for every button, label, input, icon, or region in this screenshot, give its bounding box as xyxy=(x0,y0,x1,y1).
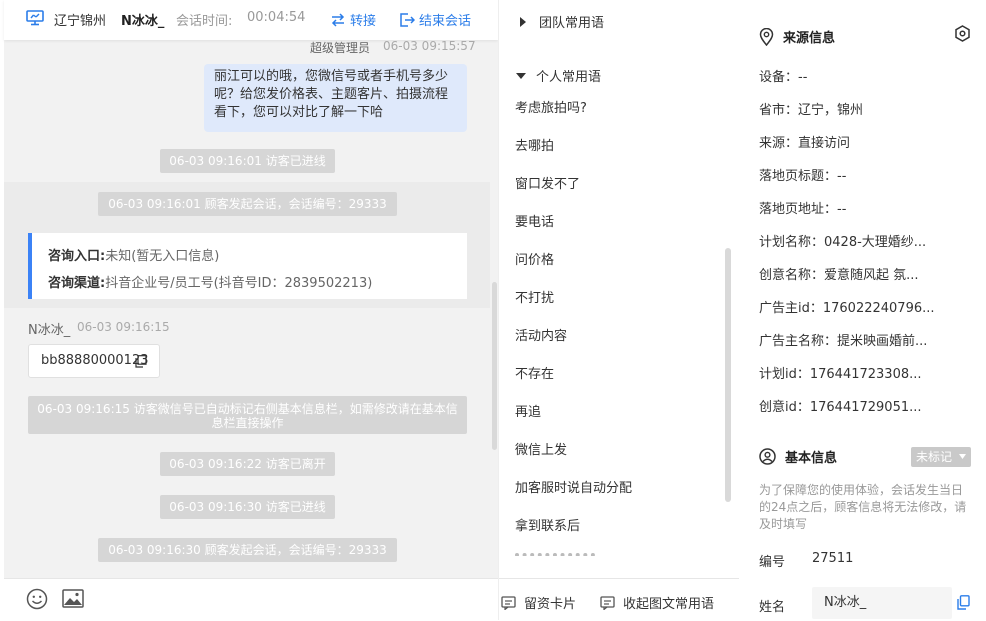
phrases-footer: 留资卡片 收起图文常用语 xyxy=(499,578,739,621)
id-value: 27511 xyxy=(812,551,854,566)
source-info-row: 设备：-- xyxy=(759,70,808,85)
consult-entry-row: 咨询入口:未知(暂无入口信息) xyxy=(48,245,219,264)
copy-icon[interactable] xyxy=(135,354,147,369)
tag-dropdown-value: 未标记 xyxy=(916,450,953,464)
phrase-item[interactable]: 不存在 xyxy=(515,363,554,382)
source-info-row: 落地页标题：-- xyxy=(759,169,847,184)
leave-card-button[interactable]: 留资卡片 xyxy=(501,593,576,612)
visitor-nickname: N冰冰_ xyxy=(121,14,165,29)
consult-channel-value: 抖音企业号/员工号(抖音号ID：2839502213) xyxy=(105,276,373,291)
team-phrases-label: 团队常用语 xyxy=(539,16,605,31)
team-phrases-group[interactable]: 团队常用语 xyxy=(519,12,604,31)
phrases-scrollbar[interactable] xyxy=(725,248,731,502)
phrase-item[interactable]: 考虑旅拍吗? xyxy=(515,97,587,116)
system-notice: 06-03 09:16:22 访客已离开 xyxy=(160,452,335,476)
chat-toolbar xyxy=(4,578,498,621)
source-info-header: 来源信息 xyxy=(759,27,835,46)
source-info-title: 来源信息 xyxy=(783,31,836,46)
phrase-item[interactable]: 要电话 xyxy=(515,211,554,230)
system-notice: 06-03 09:16:01 访客已进线 xyxy=(160,149,335,173)
system-notice: 06-03 09:16:30 顾客发起会话，会话编号：29333 xyxy=(98,538,397,562)
basic-info-title: 基本信息 xyxy=(785,451,838,466)
phrase-item[interactable]: 拿到联系后 xyxy=(515,515,580,534)
caret-down-icon xyxy=(516,72,526,79)
visitor-location: 辽宁锦州 xyxy=(54,14,107,29)
session-time: 00:04:54 xyxy=(247,10,306,25)
basic-info-notice: 为了保障您的使用体验，会话发生当日的24点之后，顾客信息将无法修改，请及时填写 xyxy=(759,483,967,531)
monitor-icon xyxy=(26,10,44,26)
exit-icon xyxy=(400,12,415,27)
source-info-row: 来源：直接访问 xyxy=(759,136,851,151)
transfer-icon xyxy=(331,12,345,27)
source-info-row: 计划id：176441723308... xyxy=(759,367,922,382)
consult-info-card: 咨询入口:未知(暂无入口信息) 咨询渠道:抖音企业号/员工号(抖音号ID：283… xyxy=(28,233,467,299)
message-time: 06-03 09:15:57 xyxy=(383,39,476,53)
phrase-item[interactable]: 微信上发 xyxy=(515,439,567,458)
phrases-panel: 团队常用语 个人常用语 考虑旅拍吗? 去哪拍 窗口发不了 要电话 问价格 不打扰… xyxy=(498,0,740,621)
name-field[interactable]: N冰冰_ xyxy=(812,587,952,619)
phrase-item[interactable]: 活动内容 xyxy=(515,325,567,344)
transfer-label: 转接 xyxy=(350,14,377,29)
consult-entry-label: 咨询入口: xyxy=(48,249,106,264)
transfer-button[interactable]: 转接 xyxy=(330,10,376,29)
emoji-icon[interactable] xyxy=(26,588,48,610)
message-time: 06-03 09:16:15 xyxy=(77,320,170,334)
system-notice: 06-03 09:16:30 访客已进线 xyxy=(160,495,335,519)
source-info-row: 创意id：176441729051... xyxy=(759,400,922,415)
system-notice: 06-03 09:16:15 访客微信号已自动标记右侧基本信息栏，如需修改请在基… xyxy=(28,396,467,434)
source-info-row: 省市：辽宁，锦州 xyxy=(759,103,864,118)
phrase-item[interactable]: 窗口发不了 xyxy=(515,173,580,192)
location-pin-icon xyxy=(759,27,774,46)
chat-panel: 辽宁锦州 N冰冰_ 会话时间: 00:04:54 转接 结束会话 超级管理员 0… xyxy=(4,0,498,621)
personal-phrases-group[interactable]: 个人常用语 xyxy=(516,66,601,85)
personal-phrases-label: 个人常用语 xyxy=(536,70,602,85)
settings-hexagon-icon[interactable] xyxy=(954,25,971,42)
source-info-row: 创意名称：爱意随风起 氛... xyxy=(759,268,919,283)
end-session-button[interactable]: 结束会话 xyxy=(400,10,471,29)
id-label: 编号 xyxy=(759,555,786,570)
phrase-item[interactable]: 去哪拍 xyxy=(515,135,554,154)
caret-right-icon xyxy=(520,16,526,27)
collapse-phrases-label: 收起图文常用语 xyxy=(623,597,715,612)
message-sender: 超级管理员 xyxy=(310,41,371,55)
phrase-item[interactable]: 不打扰 xyxy=(515,287,554,306)
visitor-message-bubble[interactable]: bb88880000123 xyxy=(28,344,160,378)
chat-scrollbar[interactable] xyxy=(492,282,497,450)
chat-header: 辽宁锦州 N冰冰_ 会话时间: 00:04:54 转接 结束会话 xyxy=(4,0,498,40)
source-info-row: 计划名称：0428-大理婚纱... xyxy=(759,235,927,250)
customer-info-panel: 来源信息 设备：-- 省市：辽宁，锦州 来源：直接访问 落地页标题：-- 落地页… xyxy=(739,0,986,620)
name-label: 姓名 xyxy=(759,600,786,615)
card-icon xyxy=(501,595,516,610)
visitor-message-text: bb88880000123 xyxy=(41,353,149,368)
user-circle-icon xyxy=(759,448,776,465)
phrase-item-clipped xyxy=(515,550,605,556)
message-icon xyxy=(600,595,615,610)
source-info-row: 广告主名称：提米映画婚前... xyxy=(759,334,928,349)
message-sender: N冰冰_ xyxy=(28,323,71,338)
phrase-item[interactable]: 加客服时说自动分配 xyxy=(515,477,632,496)
leave-card-label: 留资卡片 xyxy=(524,597,577,612)
phrase-item[interactable]: 再追 xyxy=(515,401,541,420)
collapse-phrases-button[interactable]: 收起图文常用语 xyxy=(600,593,714,612)
consult-channel-label: 咨询渠道: xyxy=(48,276,106,291)
consult-entry-value: 未知(暂无入口信息) xyxy=(105,249,220,264)
basic-info-header: 基本信息 xyxy=(759,447,837,466)
end-session-label: 结束会话 xyxy=(419,14,472,29)
session-time-label: 会话时间: xyxy=(176,14,233,29)
copy-icon[interactable] xyxy=(957,595,970,610)
image-icon[interactable] xyxy=(62,589,84,608)
source-info-row: 落地页地址：-- xyxy=(759,202,847,217)
admin-message-bubble: 丽江可以的哦，您微信号或者手机号多少呢？给您发价格表、主题客片、拍摄流程看下，您… xyxy=(204,64,467,132)
name-field-value: N冰冰_ xyxy=(824,595,867,610)
consult-channel-row: 咨询渠道:抖音企业号/员工号(抖音号ID：2839502213) xyxy=(48,272,372,291)
tag-dropdown[interactable]: 未标记 xyxy=(911,447,971,467)
chevron-down-icon xyxy=(959,454,966,459)
phrase-item[interactable]: 问价格 xyxy=(515,249,554,268)
system-notice: 06-03 09:16:01 顾客发起会话，会话编号：29333 xyxy=(98,192,397,216)
source-info-row: 广告主id：176022240796... xyxy=(759,301,935,316)
